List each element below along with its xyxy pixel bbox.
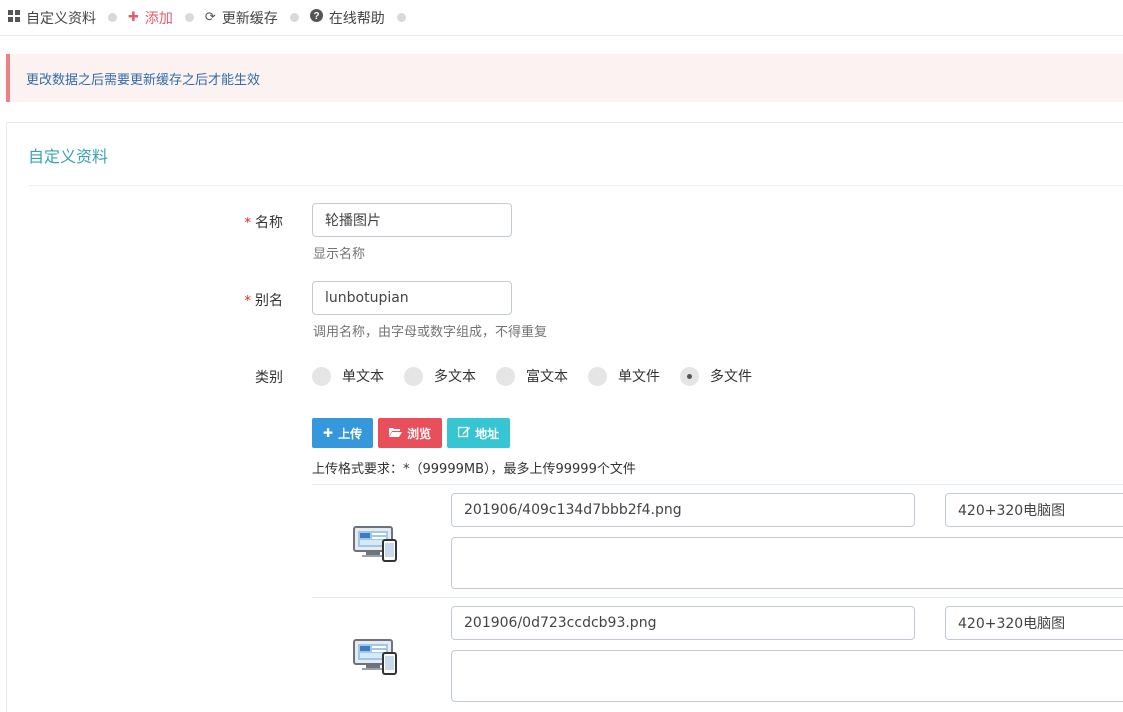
- file-row: 201906/0d723ccdcb93.png 420+320电脑图: [312, 597, 1123, 712]
- type-radio-group: 单文本 多文本 富文本 单文件 多文件: [312, 366, 772, 386]
- radio-multi-text[interactable]: 多文本: [404, 366, 476, 386]
- radio-single-text[interactable]: 单文本: [312, 366, 384, 386]
- refresh-icon: ⟳: [204, 10, 216, 25]
- radio-circle[interactable]: [404, 366, 423, 386]
- crumb-custom-data[interactable]: 自定义资料: [8, 8, 96, 28]
- radio-circle[interactable]: [680, 366, 699, 386]
- upload-button[interactable]: ✚ 上传: [312, 418, 374, 448]
- crumb-separator: [289, 13, 299, 22]
- crumb-online-help[interactable]: ? 在线帮助: [309, 8, 385, 28]
- question-icon: ?: [309, 9, 323, 26]
- radio-multi-file[interactable]: 多文件: [680, 366, 752, 386]
- name-help: 显示名称: [313, 247, 366, 262]
- upload-hint: 上传格式要求：*（99999MB），最多上传99999个文件: [312, 462, 636, 477]
- name-label: * 名称: [244, 215, 284, 231]
- crumb-add[interactable]: ✚ 添加: [128, 8, 173, 28]
- file-thumbnail: [352, 638, 400, 676]
- radio-circle[interactable]: [312, 366, 331, 386]
- crumb-separator: [396, 13, 406, 22]
- crumb-separator: [108, 13, 117, 22]
- radio-rich-text[interactable]: 富文本: [496, 366, 568, 386]
- required-mark: *: [244, 294, 252, 309]
- upload-toolbar: ✚ 上传 浏览 地址: [312, 418, 515, 448]
- alert-text: 更改数据之后需要更新缓存之后才能生效: [26, 72, 261, 88]
- file-path-input[interactable]: 201906/0d723ccdcb93.png: [451, 606, 915, 640]
- svg-text:?: ?: [313, 11, 319, 22]
- breadcrumb-bar: 自定义资料 ✚ 添加 ⟳ 更新缓存 ? 在线帮助: [0, 0, 1123, 36]
- type-label: 类别: [255, 370, 283, 386]
- radio-circle[interactable]: [496, 366, 515, 386]
- file-title-input[interactable]: 420+320电脑图: [945, 606, 1123, 640]
- browse-button[interactable]: 浏览: [378, 418, 443, 448]
- portlet-title: 自定义资料: [28, 147, 109, 166]
- file-row: 201906/409c134d7bbb2f4.png 420+320电脑图: [312, 484, 1123, 597]
- name-input[interactable]: 轮播图片: [312, 203, 512, 237]
- file-title-input[interactable]: 420+320电脑图: [945, 493, 1123, 527]
- crumb-label: 更新缓存: [221, 10, 278, 27]
- file-thumbnail: [352, 525, 400, 563]
- folder-open-icon: [389, 426, 403, 440]
- form-portlet: 自定义资料 * 名称 轮播图片 显示名称 * 别名 lunbotupian 调用名称…: [6, 122, 1123, 712]
- crumb-refresh-cache[interactable]: ⟳ 更新缓存: [205, 8, 278, 28]
- cache-notice-alert: 更改数据之后需要更新缓存之后才能生效: [6, 54, 1123, 102]
- edit-icon: [457, 426, 471, 441]
- file-path-input[interactable]: 201906/409c134d7bbb2f4.png: [451, 493, 915, 527]
- file-description-textarea[interactable]: [451, 650, 1123, 702]
- required-mark: *: [244, 216, 252, 231]
- address-button[interactable]: 地址: [447, 418, 511, 448]
- crumb-label: 在线帮助: [328, 10, 385, 27]
- crumb-separator: [184, 13, 194, 22]
- grid-icon: [8, 9, 20, 26]
- radio-circle[interactable]: [588, 366, 607, 386]
- crumb-label: 添加: [144, 10, 173, 27]
- crumb-label: 自定义资料: [26, 10, 96, 27]
- file-description-textarea[interactable]: [451, 537, 1123, 589]
- plus-icon: ✚: [323, 426, 334, 440]
- title-divider: [28, 185, 1123, 186]
- radio-single-file[interactable]: 单文件: [588, 366, 660, 386]
- alias-input[interactable]: lunbotupian: [312, 281, 512, 315]
- alias-help: 调用名称，由字母或数字组成，不得重复: [313, 325, 548, 340]
- alias-label: * 别名: [244, 293, 284, 309]
- plus-icon: ✚: [128, 10, 139, 25]
